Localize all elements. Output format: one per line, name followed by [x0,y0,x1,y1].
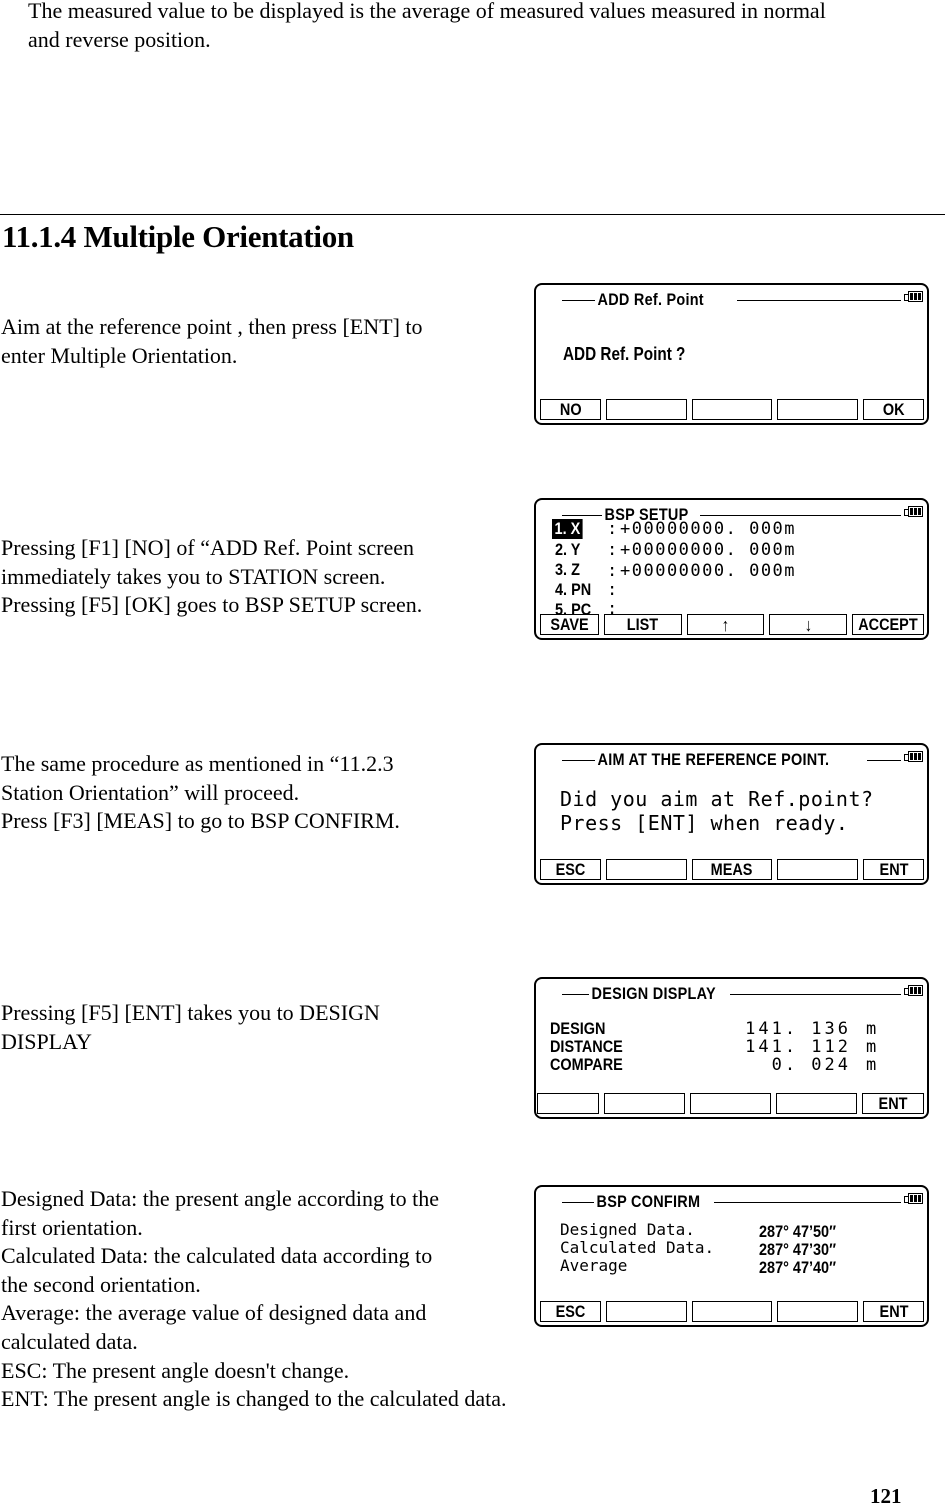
softkey-ent[interactable]: ENT [863,1301,925,1322]
battery-icon [904,506,924,518]
field-label: 1. X [552,519,583,539]
field-label: 4. PN [555,580,592,599]
softkey-f2[interactable] [606,859,687,880]
softkey-ent[interactable]: ENT [863,859,925,880]
battery-icon [904,1193,924,1205]
prompt-line-1: Did you aim at Ref.point? [560,787,874,811]
softkey-list[interactable]: LIST [603,614,682,635]
softkey-f4[interactable] [777,1301,859,1322]
softkey-ent[interactable]: ENT [862,1093,924,1114]
section-heading: 11.1.4 Multiple Orientation [2,219,354,254]
step-5-description: Designed Data: the present angle accordi… [1,1186,507,1412]
softkey-save[interactable]: SAVE [540,614,599,635]
arrow-down-icon: ↓ [804,614,813,635]
softkey-f3[interactable] [689,1093,772,1114]
softkey-f3[interactable] [691,399,773,420]
screen-title: DESIGN DISPLAY [589,984,719,1004]
field-value: +00000000. 000m [620,561,797,581]
page-number: 121 [870,1484,902,1508]
title-rule [737,300,901,301]
softkey-bar: ESC MEAS ENT [540,859,925,880]
softkey-bar: SAVE LIST ↑ ↓ ACCEPT [540,614,925,635]
field-value: +00000000. 000m [620,540,797,560]
screen-title: AIM AT THE REFERENCE POINT. [595,750,832,770]
bsp-setup-screen: BSP SETUP 1. X : +00000000. 000m 2. Y : … [534,498,929,640]
title-rule [700,515,901,516]
softkey-up[interactable]: ↑ [686,614,765,635]
softkey-f2[interactable] [606,1301,687,1322]
softkey-esc[interactable]: ESC [540,859,601,880]
confirm-message: ADD Ref. Point ? [563,344,686,364]
softkey-f1[interactable] [537,1093,599,1114]
title-rule [714,1202,901,1203]
intro-paragraph: The measured value to be displayed is th… [28,0,826,52]
title-rule [867,760,901,761]
battery-icon [904,985,924,997]
add-ref-point-screen: ADD Ref. Point ADD Ref. Point ? NO OK [534,283,929,425]
softkey-f2[interactable] [603,1093,685,1114]
title-rule [562,515,602,516]
title-rule [730,994,901,995]
battery-icon [904,291,924,303]
screen-title-bar: ADD Ref. Point [562,290,901,310]
step-1-description: Aim at the reference point , then press … [1,314,423,368]
screen-title-bar: DESIGN DISPLAY [562,984,901,1004]
step-4-description: Pressing [F5] [ENT] takes you to DESIGN … [1,1000,380,1054]
design-display-screen: DESIGN DISPLAY DESIGN 141. 136 m DISTANC… [534,977,929,1119]
field-value: +00000000. 000m [620,519,797,539]
softkey-f4[interactable] [777,399,859,420]
screen-title-bar: AIM AT THE REFERENCE POINT. [562,750,901,770]
softkey-meas[interactable]: MEAS [691,859,773,880]
softkey-down[interactable]: ↓ [769,614,848,635]
softkey-no[interactable]: NO [540,399,601,420]
softkey-f2[interactable] [606,399,687,420]
field-label: 3. Z [555,560,580,579]
softkey-bar: NO OK [540,399,925,420]
field-label: 2. Y [555,540,581,559]
softkey-f3[interactable] [691,1301,773,1322]
step-2-description: Pressing [F1] [NO] of “ADD Ref. Point sc… [1,535,423,618]
step-3-description: The same procedure as mentioned in “11.2… [1,751,400,834]
softkey-bar: ENT [537,1093,924,1114]
softkey-accept[interactable]: ACCEPT [852,614,925,635]
screen-title-bar: BSP CONFIRM [562,1192,901,1212]
section-divider [0,214,945,215]
softkey-f4[interactable] [776,1093,858,1114]
prompt-line-2: Press [ENT] when ready. [560,811,849,835]
softkey-ok[interactable]: OK [863,399,925,420]
bsp-confirm-screen: BSP CONFIRM Designed Data. 287° 47’50″ C… [534,1185,929,1327]
arrow-up-icon: ↑ [721,614,730,635]
softkey-f4[interactable] [777,859,859,880]
battery-icon [904,751,924,763]
screen-title: BSP CONFIRM [594,1192,703,1212]
softkey-bar: ESC ENT [540,1301,925,1322]
softkey-esc[interactable]: ESC [540,1301,601,1322]
screen-title: ADD Ref. Point [595,290,707,310]
aim-reference-screen: AIM AT THE REFERENCE POINT. Did you aim … [534,743,929,885]
